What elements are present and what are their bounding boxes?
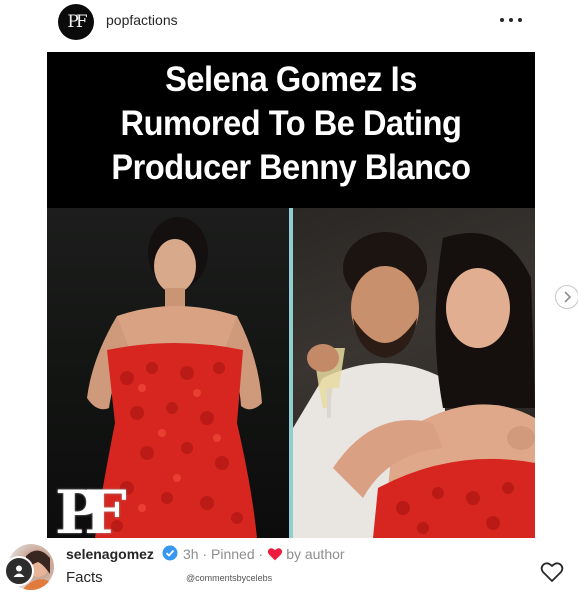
- more-dot: [518, 18, 522, 22]
- meta-separator: ·: [198, 546, 212, 562]
- more-dot: [500, 18, 504, 22]
- meta-separator: ·: [254, 546, 264, 562]
- next-slide-button[interactable]: [555, 285, 578, 309]
- avatar-monogram: PF: [67, 12, 87, 32]
- credit-watermark: @commentsbycelebs: [186, 573, 273, 583]
- chevron-right-icon: [564, 291, 572, 303]
- more-options-icon[interactable]: [500, 10, 522, 30]
- photo-right-illustration: [293, 232, 535, 538]
- comment-meta: 3h · Pinned · by author: [183, 546, 345, 562]
- photo-right-couple: [293, 208, 535, 538]
- pinned-label: Pinned: [211, 546, 255, 562]
- pinned-comment: selenagomez 3h · Pinned · by author Fact…: [0, 540, 578, 592]
- post-image[interactable]: Selena Gomez Is Rumored To Be Dating Pro…: [47, 52, 535, 538]
- headline-line-1: Selena Gomez Is: [165, 60, 417, 99]
- account-switch-icon[interactable]: [4, 556, 34, 586]
- author-liked-heart-icon: [268, 548, 283, 561]
- verified-badge-icon: [162, 545, 178, 561]
- account-username[interactable]: popfactions: [106, 12, 178, 28]
- headline-line-2: Rumored To Be Dating: [120, 104, 462, 143]
- heart-outline-icon[interactable]: [540, 561, 564, 583]
- more-dot: [509, 18, 513, 22]
- comment-time: 3h: [183, 546, 199, 562]
- liked-by-author-label: by author: [286, 546, 345, 562]
- post-headline: Selena Gomez Is Rumored To Be Dating Pro…: [64, 58, 518, 190]
- user-icon: [13, 565, 25, 577]
- account-avatar[interactable]: PF: [58, 4, 94, 40]
- comment-username[interactable]: selenagomez: [66, 546, 154, 562]
- pf-watermark-logo: PF: [55, 478, 127, 538]
- headline-line-3: Producer Benny Blanco: [111, 148, 471, 187]
- post-header: PF popfactions: [0, 0, 578, 44]
- comment-text: Facts: [66, 569, 103, 586]
- photo-left-red-dress: PF: [47, 208, 289, 538]
